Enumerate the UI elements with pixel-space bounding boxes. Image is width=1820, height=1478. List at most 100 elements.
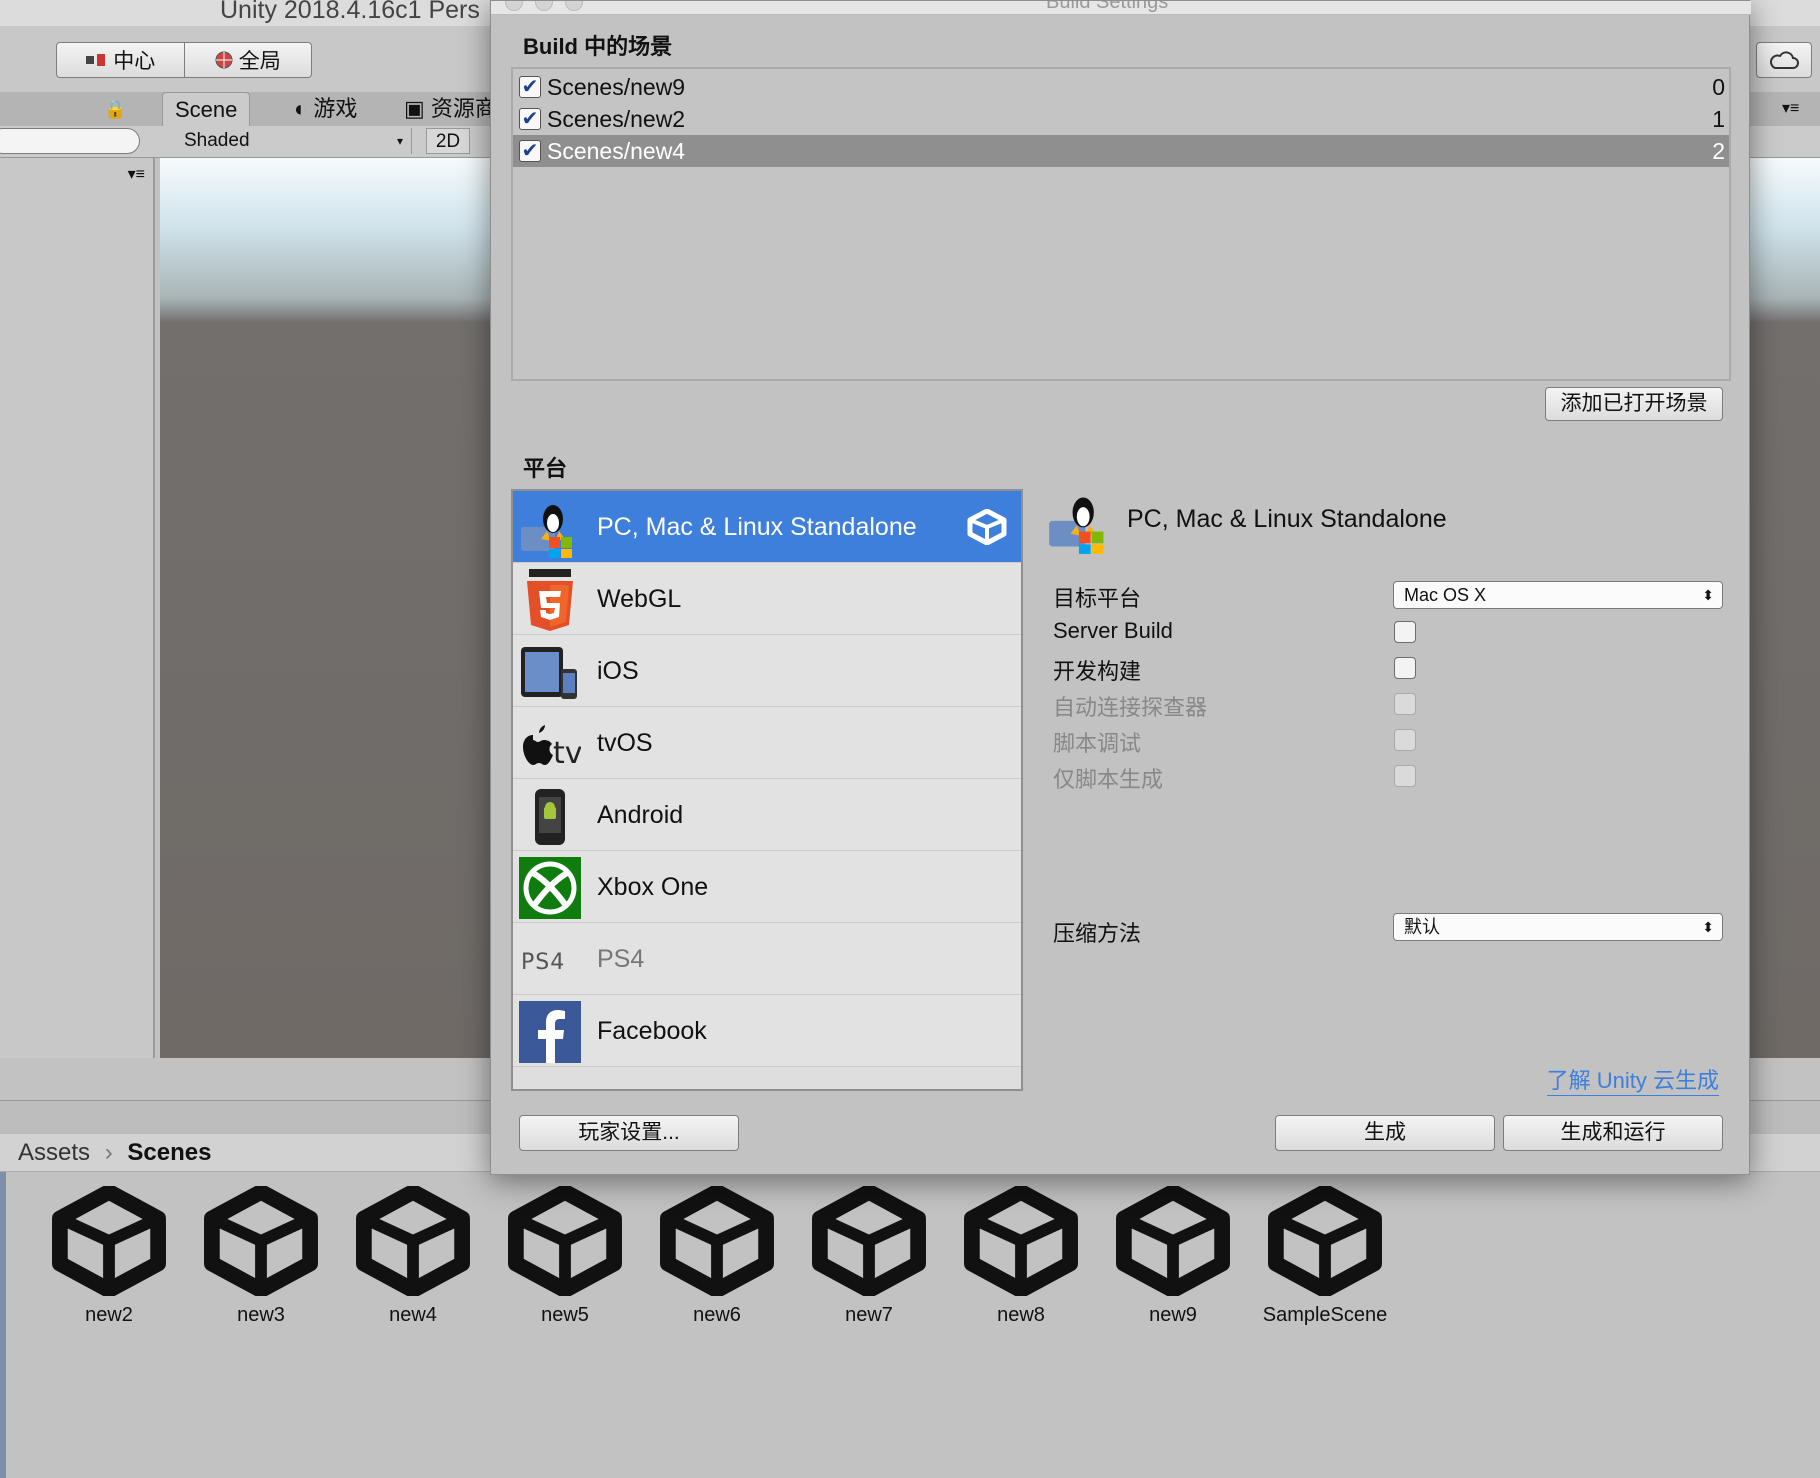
platform-name: Android <box>597 801 684 829</box>
pivot-toggle-group: 中心 全局 <box>56 42 312 78</box>
facebook-icon <box>519 1001 581 1063</box>
platform-name: WebGL <box>597 585 682 613</box>
scene-asset[interactable]: new6 <box>642 1186 792 1327</box>
platform-item[interactable]: PC, Mac & Linux Standalone <box>513 491 1021 563</box>
platform-name: tvOS <box>597 729 653 757</box>
dropdown-arrow-icon: ▾ <box>396 134 403 148</box>
scenes-in-build-heading: Build 中的场景 <box>523 34 673 59</box>
asset-grid: new2 new3 new4 new5 new6 new7 new8 new9 SampleSc… <box>0 1172 1820 1478</box>
scene-asset[interactable]: new5 <box>490 1186 640 1327</box>
lock-icon[interactable]: 🔒 <box>92 92 138 126</box>
target-platform-dropdown[interactable]: Mac OS X ⬍ <box>1393 581 1723 609</box>
target-platform-label: 目标平台 <box>1053 586 1142 611</box>
tab-game[interactable]: ◐ 游戏 <box>282 92 369 126</box>
platform-name: iOS <box>597 657 639 685</box>
platform-item[interactable]: tv tvOS <box>513 707 1021 779</box>
android-phone-icon <box>535 789 565 845</box>
scene-index: 2 <box>1712 138 1725 164</box>
scene-asset[interactable]: new8 <box>946 1186 1096 1327</box>
scene-asset-name: new7 <box>845 1304 893 1326</box>
autoconnect-profiler-checkbox <box>1394 693 1416 715</box>
platform-settings-title: PC, Mac & Linux Standalone <box>1127 505 1447 533</box>
close-window-button[interactable] <box>505 1 523 11</box>
scene-asset[interactable]: new9 <box>1098 1186 1248 1327</box>
scene-row[interactable]: ✔ Scenes/new4 2 <box>513 135 1729 167</box>
server-build-label: Server Build <box>1053 618 1173 643</box>
platform-item[interactable]: PS4 PS4 <box>513 923 1021 995</box>
apple-tv-icon: tv <box>523 725 581 771</box>
standalone-icon <box>521 505 572 558</box>
cloud-button[interactable] <box>1756 42 1812 78</box>
hierarchy-panel: ▾≡ <box>0 158 155 1058</box>
scene-asset-name: new4 <box>389 1304 437 1326</box>
platform-item[interactable]: Android <box>513 779 1021 851</box>
dialog-title-bar: Build Settings <box>491 1 1751 15</box>
shading-mode-dropdown[interactable]: Shaded ▾ <box>172 128 412 154</box>
global-space-label: 全局 <box>238 50 281 73</box>
compression-method-dropdown[interactable]: 默认 ⬍ <box>1393 913 1723 941</box>
scene-asset-name: new8 <box>997 1304 1045 1326</box>
platform-item[interactable]: iOS <box>513 635 1021 707</box>
unity-scene-icon <box>964 1186 1078 1296</box>
panel-menu-icon[interactable]: ▾≡ <box>1770 92 1811 126</box>
dropdown-arrows-icon: ⬍ <box>1702 919 1714 935</box>
tab-asset-store-label: 资源商 <box>430 96 497 121</box>
pivot-icon <box>86 54 106 66</box>
build-button[interactable]: 生成 <box>1275 1115 1495 1151</box>
scene-include-checkbox[interactable]: ✔ <box>519 108 541 130</box>
cloud-icon <box>1770 51 1799 69</box>
scene-asset-name: new9 <box>1149 1304 1197 1326</box>
development-build-checkbox[interactable] <box>1394 657 1416 679</box>
scene-include-checkbox[interactable]: ✔ <box>519 140 541 162</box>
platform-name: Facebook <box>597 1017 707 1045</box>
scene-index: 0 <box>1712 74 1725 100</box>
scene-row[interactable]: ✔ Scenes/new2 1 <box>513 103 1729 135</box>
breadcrumb-assets[interactable]: Assets <box>18 1139 90 1166</box>
server-build-checkbox[interactable] <box>1394 621 1416 643</box>
mode-2d-toggle[interactable]: 2D <box>426 128 470 154</box>
compression-method-label: 压缩方法 <box>1053 921 1142 946</box>
hierarchy-search-input[interactable] <box>0 128 140 154</box>
platform-name: PC, Mac & Linux Standalone <box>597 513 917 541</box>
tab-game-label: 游戏 <box>313 96 358 121</box>
scripts-only-build-label: 仅脚本生成 <box>1053 767 1164 792</box>
global-space-button[interactable]: 全局 <box>185 43 312 77</box>
hierarchy-menu-icon[interactable]: ▾≡ <box>128 164 145 184</box>
development-build-label: 开发构建 <box>1053 659 1142 684</box>
unity-scene-icon <box>660 1186 774 1296</box>
dropdown-arrows-icon: ⬍ <box>1702 587 1714 603</box>
ipad-icon <box>521 647 577 699</box>
platform-heading: 平台 <box>523 456 568 481</box>
build-and-run-button[interactable]: 生成和运行 <box>1503 1115 1723 1151</box>
scene-asset[interactable]: new2 <box>34 1186 184 1327</box>
minimize-window-button[interactable] <box>535 1 553 11</box>
platform-name: PS4 <box>597 945 645 973</box>
tab-scene[interactable]: Scene <box>162 92 251 126</box>
scene-asset[interactable]: new7 <box>794 1186 944 1327</box>
scene-name: Scenes/new4 <box>547 138 686 164</box>
shading-mode-value: Shaded <box>184 130 250 151</box>
add-open-scenes-button[interactable]: 添加已打开场景 <box>1545 387 1723 421</box>
scene-include-checkbox[interactable]: ✔ <box>519 76 541 98</box>
player-settings-button[interactable]: 玩家设置... <box>519 1115 739 1151</box>
autoconnect-profiler-label: 自动连接探查器 <box>1053 695 1208 720</box>
breadcrumb-scenes[interactable]: Scenes <box>127 1139 211 1166</box>
cloud-build-link[interactable]: 了解 Unity 云生成 <box>1546 1063 1719 1096</box>
platform-item[interactable]: Facebook <box>513 995 1021 1067</box>
unity-scene-icon <box>52 1186 166 1296</box>
platform-item[interactable]: Xbox One <box>513 851 1021 923</box>
scene-asset[interactable]: new4 <box>338 1186 488 1327</box>
script-debugging-label: 脚本调试 <box>1053 731 1142 756</box>
pivot-center-button[interactable]: 中心 <box>57 43 185 77</box>
unity-scene-icon <box>812 1186 926 1296</box>
scene-asset-name: new2 <box>85 1304 133 1326</box>
scene-name: Scenes/new2 <box>547 106 686 132</box>
scene-asset[interactable]: SampleScene <box>1250 1186 1400 1327</box>
platform-item[interactable]: WebGL <box>513 563 1021 635</box>
unity-scene-icon <box>1116 1186 1230 1296</box>
zoom-window-button[interactable] <box>565 1 583 11</box>
scene-asset-name: new3 <box>237 1304 285 1326</box>
scene-asset[interactable]: new3 <box>186 1186 336 1327</box>
scene-row[interactable]: ✔ Scenes/new9 0 <box>513 71 1729 103</box>
platform-list: PC, Mac & Linux Standalone WebGL iOS tv tvOS… <box>511 489 1023 1091</box>
